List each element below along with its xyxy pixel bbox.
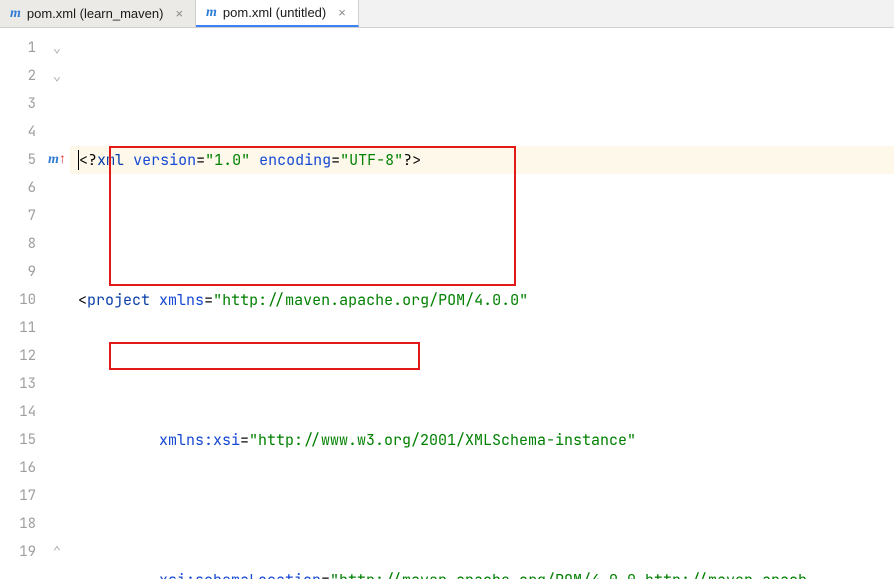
- tab-bar: m pom.xml (learn_maven) × m pom.xml (unt…: [0, 0, 894, 28]
- gutter-blank: [44, 230, 70, 258]
- fold-handle-icon: ⌄: [44, 34, 70, 62]
- gutter-blank: [44, 286, 70, 314]
- fold-handle-icon: ⌄: [44, 62, 70, 90]
- line-number: 1: [0, 34, 44, 62]
- line-number: 10: [0, 286, 44, 314]
- line-number: 19: [0, 538, 44, 566]
- tab-label: pom.xml (untitled): [223, 5, 326, 20]
- line-number: 17: [0, 482, 44, 510]
- line-number: 15: [0, 426, 44, 454]
- line-number: 13: [0, 370, 44, 398]
- gutter-line-numbers: 12345678910111213141516171819: [0, 28, 44, 579]
- highlight-box-artifactid: [109, 342, 420, 370]
- gutter-icons: ⌄⌄ m↑ ⌃: [44, 28, 70, 579]
- gutter-blank: [44, 398, 70, 426]
- code-line[interactable]: <?xml version="1.0" encoding="UTF-8"?>: [70, 146, 894, 174]
- tab-label: pom.xml (learn_maven): [27, 6, 164, 21]
- close-icon[interactable]: ×: [336, 5, 348, 20]
- line-number: 4: [0, 118, 44, 146]
- tab-pom-untitled[interactable]: m pom.xml (untitled) ×: [196, 0, 359, 27]
- gutter-blank: [44, 202, 70, 230]
- gutter-blank: [44, 174, 70, 202]
- line-number: 12: [0, 342, 44, 370]
- editor[interactable]: 12345678910111213141516171819 ⌄⌄m↑⌃ <?xm…: [0, 28, 894, 579]
- code-line[interactable]: xmlns:xsi="http://www.w3.org/2001/XMLSch…: [70, 426, 894, 454]
- code-area[interactable]: <?xml version="1.0" encoding="UTF-8"?> <…: [70, 28, 894, 579]
- line-number: 6: [0, 174, 44, 202]
- line-number: 7: [0, 202, 44, 230]
- gutter-blank: [44, 118, 70, 146]
- line-number: 5: [0, 146, 44, 174]
- gutter-blank: [44, 426, 70, 454]
- line-number: 11: [0, 314, 44, 342]
- line-number: 9: [0, 258, 44, 286]
- gutter-blank: [44, 314, 70, 342]
- line-number: 18: [0, 510, 44, 538]
- gutter-blank: [44, 90, 70, 118]
- gutter-blank: [44, 370, 70, 398]
- line-number: 16: [0, 454, 44, 482]
- gutter-blank: [44, 510, 70, 538]
- gutter-blank: [44, 454, 70, 482]
- maven-file-icon: m: [206, 5, 217, 21]
- line-number: 14: [0, 398, 44, 426]
- close-icon[interactable]: ×: [173, 6, 185, 21]
- tab-pom-learn-maven[interactable]: m pom.xml (learn_maven) ×: [0, 0, 196, 27]
- fold-handle-icon: ⌃: [44, 538, 70, 566]
- code-line[interactable]: <project xmlns="http://maven.apache.org/…: [70, 286, 894, 314]
- line-number: 2: [0, 62, 44, 90]
- maven-file-icon: m: [10, 6, 21, 22]
- maven-parent-up-icon[interactable]: m↑: [44, 146, 70, 174]
- gutter-blank: [44, 342, 70, 370]
- line-number: 3: [0, 90, 44, 118]
- code-line[interactable]: xsi:schemaLocation="http://maven.apache.…: [70, 566, 894, 579]
- gutter-blank: [44, 482, 70, 510]
- line-number: 8: [0, 230, 44, 258]
- gutter-blank: [44, 258, 70, 286]
